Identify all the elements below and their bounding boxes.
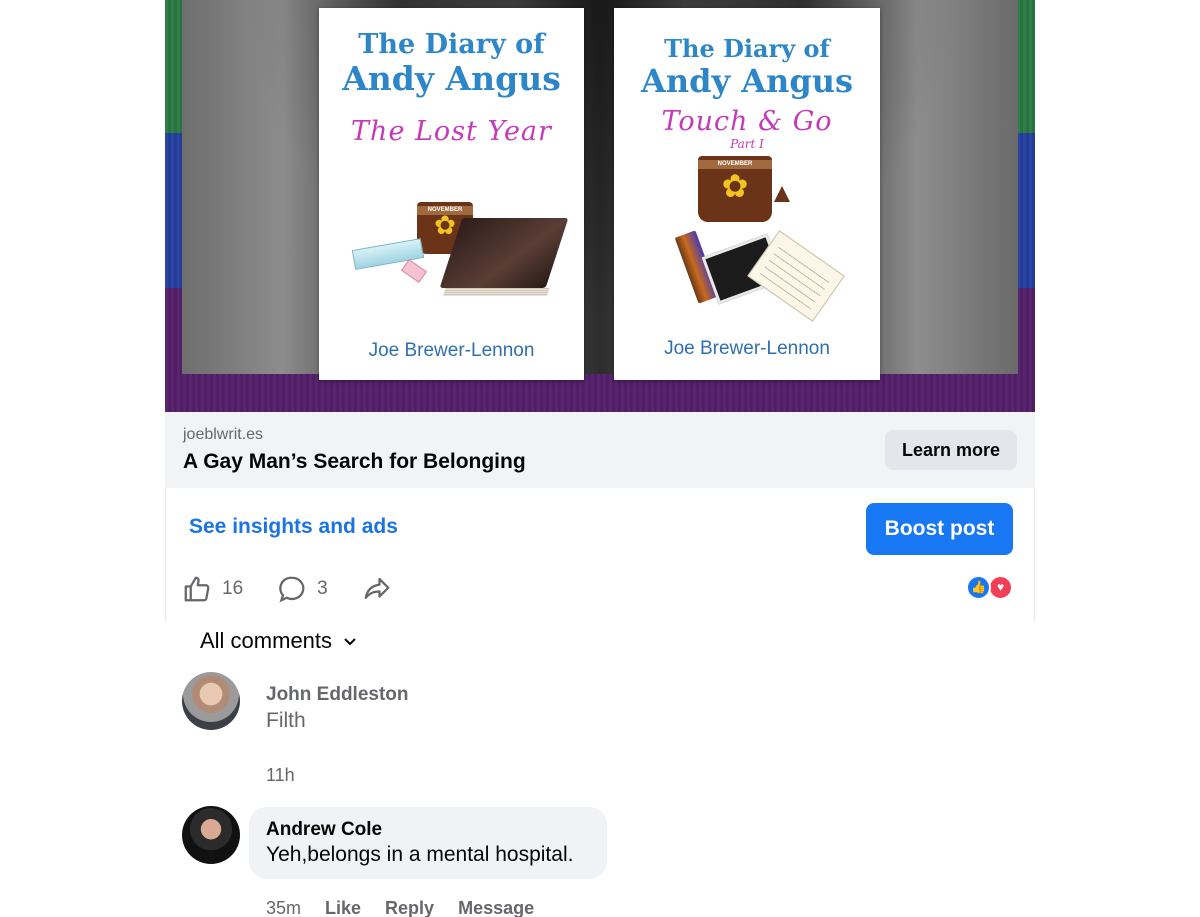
comment-meta: 35m Like Reply Message <box>266 898 558 917</box>
comment-count: 3 <box>317 578 328 599</box>
comment-text: Filth <box>266 709 306 732</box>
chevron-down-icon <box>344 638 356 646</box>
comments-filter-dropdown[interactable]: All comments <box>200 628 358 654</box>
book-title-line2: Andy Angus <box>342 59 561 98</box>
mug-shard-icon <box>774 186 790 202</box>
learn-more-button[interactable]: Learn more <box>885 430 1017 470</box>
comment-timestamp[interactable]: 11h <box>266 765 295 786</box>
book-title-line1: The Diary of <box>664 34 830 63</box>
book-illustration: NOVEMBER ✿ <box>664 156 864 326</box>
book-part-label: Part I <box>730 137 764 151</box>
link-domain: joeblwrit.es <box>183 426 264 443</box>
comment-like-button[interactable]: Like <box>325 898 361 917</box>
wrapper-icon <box>400 258 428 284</box>
comment-action[interactable]: 3 <box>277 574 328 604</box>
share-arrow-icon <box>364 577 390 599</box>
post-actions: 16 3 <box>182 574 426 604</box>
book-cover-lost-year: The Diary of Andy Angus The Lost Year NO… <box>319 8 584 380</box>
comments-filter-label: All comments <box>200 628 333 653</box>
comment-author[interactable]: Andrew Cole <box>266 819 382 841</box>
like-reaction-icon: 👍 <box>966 575 991 600</box>
comment-timestamp[interactable]: 35m <box>266 898 301 917</box>
book-author: Joe Brewer-Lennon <box>664 338 830 359</box>
reaction-summary[interactable]: 👍 ♥ <box>966 575 1014 601</box>
boost-post-button[interactable]: Boost post <box>866 503 1013 555</box>
thumbs-up-icon <box>184 576 210 602</box>
book-cover-touch-and-go: The Diary of Andy Angus Touch & Go Part … <box>614 8 880 380</box>
avatar[interactable] <box>182 806 240 864</box>
link-preview-bar[interactable]: joeblwrit.es A Gay Man’s Search for Belo… <box>165 412 1035 488</box>
broken-mug-icon: NOVEMBER ✿ <box>698 156 772 222</box>
see-insights-link[interactable]: See insights and ads <box>189 515 398 539</box>
book-title-line2: Andy Angus <box>641 62 853 100</box>
comment-text: Yeh,belongs in a mental hospital. <box>266 843 574 866</box>
comment-message-button[interactable]: Message <box>458 898 534 917</box>
facebook-post: The Diary of Andy Angus The Lost Year NO… <box>0 0 1200 917</box>
book-title-line1: The Diary of <box>358 29 545 60</box>
ad-image[interactable]: The Diary of Andy Angus The Lost Year NO… <box>165 0 1035 412</box>
comment-author[interactable]: John Eddleston <box>266 684 409 706</box>
comment-bubble: Andrew Cole Yeh,belongs in a mental hosp… <box>249 807 607 879</box>
link-title[interactable]: A Gay Man’s Search for Belonging <box>183 450 526 474</box>
love-reaction-icon: ♥ <box>988 575 1013 600</box>
book-subtitle: The Lost Year <box>351 116 552 147</box>
post-footer: See insights and ads Boost post 16 3 👍 ♥ <box>165 488 1035 621</box>
comment-reply-button[interactable]: Reply <box>385 898 434 917</box>
share-action[interactable] <box>362 574 392 604</box>
diary-icon <box>439 218 569 296</box>
book-illustration: NOVEMBER ✿ <box>347 188 569 308</box>
comment-bubble-icon <box>279 576 305 603</box>
book-author: Joe Brewer-Lennon <box>368 340 535 361</box>
like-action[interactable]: 16 <box>182 574 243 604</box>
avatar[interactable] <box>182 672 240 730</box>
like-count: 16 <box>222 578 244 599</box>
book-subtitle: Touch & Go <box>661 106 833 137</box>
background-photo <box>182 0 1018 374</box>
